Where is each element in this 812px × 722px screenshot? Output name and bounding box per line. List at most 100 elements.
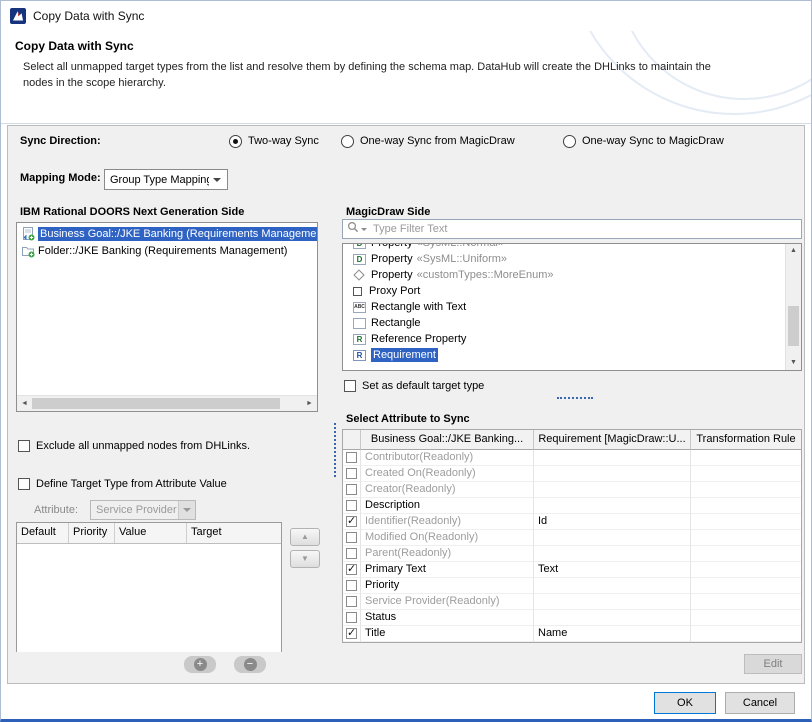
sync-target-value [534,546,691,562]
set-default-target-checkbox[interactable] [344,380,356,392]
sync-target-value [534,450,691,466]
type-list-item[interactable]: Reference Property [343,331,785,347]
type-label: Property [371,253,413,265]
vertical-scrollbar[interactable]: ▲ ▼ [785,244,801,370]
sync-row-checkbox-cell[interactable] [343,514,361,530]
copy-data-with-sync-dialog: Copy Data with Sync Copy Data with Sync … [0,0,812,722]
sync-row-checkbox-cell[interactable] [343,610,361,626]
sync-row-checkbox-cell[interactable] [343,562,361,578]
move-down-button[interactable]: ▼ [290,550,320,568]
vertical-splitter-handle[interactable] [334,423,336,477]
vertical-scrollbar-thumb[interactable] [788,306,799,346]
magicdraw-type-list-box: Property«SysML::Normal»Property«SysML::U… [342,243,802,371]
exclude-unmapped-row[interactable]: Exclude all unmapped nodes from DHLinks. [18,438,250,453]
sync-row-checkbox[interactable] [346,548,357,559]
scroll-down-arrow-icon[interactable]: ▼ [786,356,801,370]
sync-row-checkbox[interactable] [346,452,357,463]
scroll-right-arrow-icon[interactable]: ► [302,396,317,411]
horizontal-splitter-handle[interactable] [557,397,593,399]
magicdraw-app-icon [10,8,26,24]
scroll-up-arrow-icon[interactable]: ▲ [786,244,801,258]
set-default-target-label: Set as default target type [362,380,484,392]
type-stereotype: «customTypes::MoreEnum» [417,269,554,281]
sync-row-checkbox-cell[interactable] [343,626,361,642]
horizontal-scrollbar-thumb[interactable] [32,398,280,409]
sync-direction-label: Sync Direction: [20,135,101,147]
move-up-button[interactable]: ▲ [290,528,320,546]
type-list-item[interactable]: Requirement [343,347,785,363]
exclude-unmapped-label: Exclude all unmapped nodes from DHLinks. [36,440,250,452]
sync-target-value: Name [534,626,691,642]
define-target-type-row[interactable]: Define Target Type from Attribute Value [18,476,227,491]
type-list-item[interactable]: Property«SysML::Uniform» [343,251,785,267]
sync-folder-icon [21,244,35,258]
one-way-from-magicdraw-radio[interactable] [341,135,354,148]
sync-row-checkbox-cell[interactable] [343,530,361,546]
sync-transformation-rule [691,626,801,642]
two-way-sync-option[interactable]: Two-way Sync [229,133,319,149]
tree-item[interactable]: Folder::/JKE Banking (Requirements Manag… [17,242,317,259]
sync-attribute-name: Contributor(Readonly) [361,450,534,466]
horizontal-scrollbar[interactable]: ◄ ► [17,395,317,411]
define-target-type-checkbox[interactable] [18,478,30,490]
type-list-item[interactable]: Property«SysML::Normal» [343,244,785,251]
type-list-item[interactable]: Rectangle with Text [343,299,785,315]
remove-row-button[interactable]: − [234,656,266,673]
set-default-target-row[interactable]: Set as default target type [344,378,484,393]
sync-attribute-name: Service Provider(Readonly) [361,594,534,610]
sync-row-checkbox[interactable] [346,516,357,527]
sync-row-checkbox[interactable] [346,532,357,543]
sync-row-checkbox[interactable] [346,580,357,591]
doors-tree-box: Business Goal::/JKE Banking (Requirement… [16,222,318,412]
two-way-sync-radio[interactable] [229,135,242,148]
value-map-table-body[interactable] [17,544,281,652]
attribute-select-value: Service Provider [96,504,178,516]
one-way-to-magicdraw-option[interactable]: One-way Sync to MagicDraw [563,133,724,149]
sync-row-checkbox-cell[interactable] [343,546,361,562]
sync-row-checkbox[interactable] [346,484,357,495]
sync-row-checkbox-cell[interactable] [343,482,361,498]
sync-attribute-name: Identifier(Readonly) [361,514,534,530]
sync-row-checkbox-cell[interactable] [343,498,361,514]
cancel-button[interactable]: Cancel [725,692,795,714]
sync-transformation-rule [691,530,801,546]
sync-target-value [534,594,691,610]
sync-row-checkbox[interactable] [346,500,357,511]
doors-side-title: IBM Rational DOORS Next Generation Side [20,206,244,218]
one-way-to-magicdraw-radio[interactable] [563,135,576,148]
minus-icon: − [244,658,257,671]
sync-table-column-header: Business Goal::/JKE Banking... [361,430,534,450]
sync-transformation-rule [691,610,801,626]
type-label: Rectangle [371,317,421,329]
sync-row-checkbox-cell[interactable] [343,466,361,482]
filter-options-chevron-icon[interactable] [361,228,367,231]
sync-row-checkbox-cell[interactable] [343,450,361,466]
sync-row-checkbox[interactable] [346,628,357,639]
sync-row-checkbox-cell[interactable] [343,578,361,594]
sync-attribute-name: Modified On(Readonly) [361,530,534,546]
dialog-body: Sync Direction: Two-way Sync One-way Syn… [7,125,805,684]
sync-row-checkbox-cell[interactable] [343,594,361,610]
sync-target-value [534,482,691,498]
sync-row-checkbox[interactable] [346,596,357,607]
ok-button[interactable]: OK [654,692,716,714]
mapping-mode-value: Group Type Mapping [110,174,209,186]
sync-row-checkbox[interactable] [346,468,357,479]
chevron-down-icon [213,178,221,182]
type-list-item[interactable]: Proxy Port [343,283,785,299]
sync-row-checkbox[interactable] [346,564,357,575]
add-row-button[interactable]: + [184,656,216,673]
type-filter-input[interactable]: Type Filter Text [342,219,802,239]
exclude-unmapped-checkbox[interactable] [18,440,30,452]
scroll-left-arrow-icon[interactable]: ◄ [17,396,32,411]
tree-item[interactable]: Business Goal::/JKE Banking (Requirement… [17,225,317,242]
type-list-item[interactable]: Rectangle [343,315,785,331]
mapping-mode-select[interactable]: Group Type Mapping [104,169,228,190]
one-way-from-magicdraw-option[interactable]: One-way Sync from MagicDraw [341,133,515,149]
sync-row-checkbox[interactable] [346,612,357,623]
type-list-item[interactable]: Property«customTypes::MoreEnum» [343,267,785,283]
value-map-column-header: Target [187,523,281,543]
sync-attribute-name: Description [361,498,534,514]
sync-table-header-checkbox-column [343,430,361,450]
edit-button[interactable]: Edit [744,654,802,674]
